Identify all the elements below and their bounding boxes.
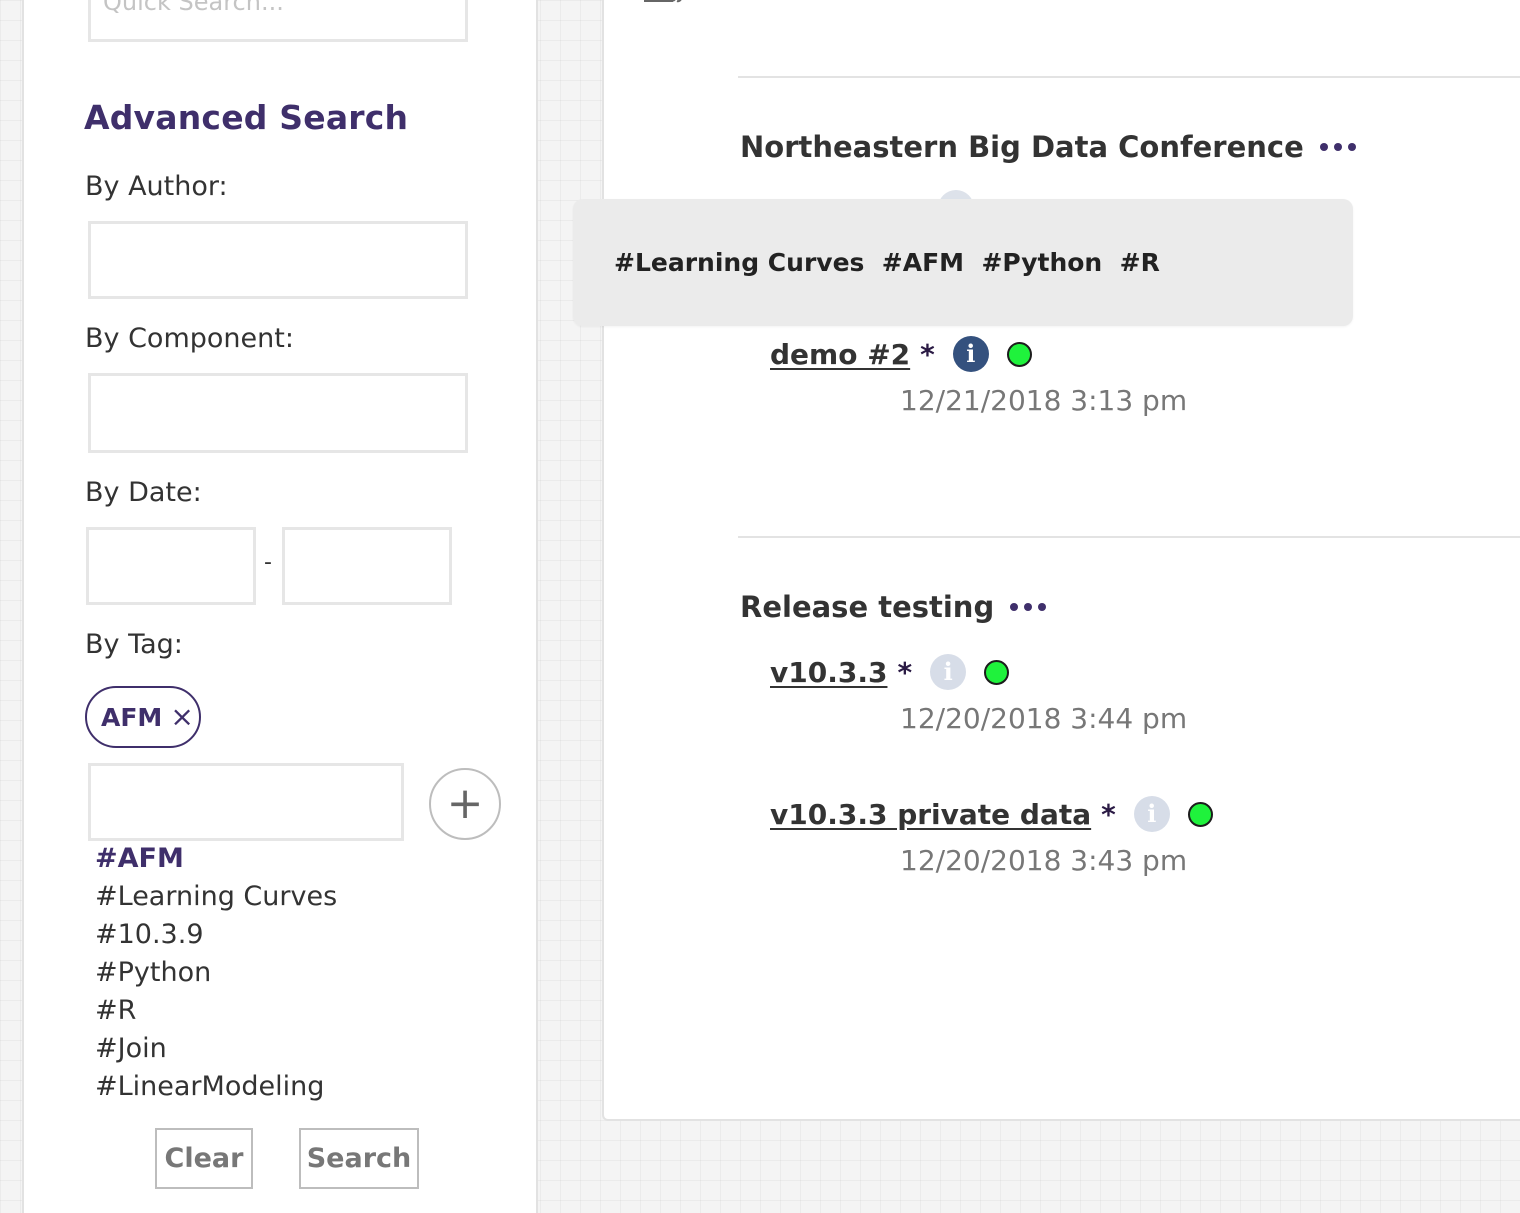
more-options-icon[interactable] xyxy=(1319,143,1356,151)
star-marker: * xyxy=(1101,797,1116,831)
tags-tooltip: #Learning Curves #AFM #Python #R xyxy=(573,199,1353,326)
tag-suggestion-list: #AFM #Learning Curves #10.3.9 #Python #R… xyxy=(95,840,337,1106)
plus-icon: + xyxy=(446,778,484,829)
folder-icon[interactable] xyxy=(643,0,683,8)
remove-tag-icon[interactable]: × xyxy=(170,703,193,731)
dataset-date: 12/21/2018 3:13 pm xyxy=(900,384,1188,417)
dataset-item: v10.3.3 private data * i xyxy=(770,796,1213,832)
info-icon[interactable]: i xyxy=(930,654,967,690)
star-marker: * xyxy=(897,655,913,689)
info-icon[interactable]: i xyxy=(952,336,989,372)
tag-suggestion[interactable]: #Python xyxy=(95,954,337,992)
info-icon[interactable]: i xyxy=(1133,796,1170,832)
selected-tag-chip: AFM × xyxy=(85,686,201,748)
group-title-text: Release testing xyxy=(740,590,995,624)
by-author-label: By Author: xyxy=(85,171,228,202)
selected-tag-label: AFM xyxy=(101,702,163,732)
tag-suggestion[interactable]: #10.3.9 xyxy=(95,916,337,954)
date-from-input[interactable] xyxy=(86,527,256,605)
group-title-text: Northeastern Big Data Conference xyxy=(740,130,1304,164)
status-indicator xyxy=(1006,341,1032,367)
dataset-date: 12/20/2018 3:44 pm xyxy=(900,702,1188,735)
results-panel xyxy=(602,0,1520,1121)
dataset-link[interactable]: v10.3.3 private data xyxy=(770,798,1091,831)
quick-search-placeholder: Quick Search... xyxy=(103,0,284,16)
tag-input[interactable] xyxy=(88,763,404,841)
tag-suggestion[interactable]: #Join xyxy=(95,1030,337,1068)
status-indicator xyxy=(984,659,1010,685)
date-separator: - xyxy=(264,550,272,575)
star-marker: * xyxy=(920,337,935,371)
by-date-label: By Date: xyxy=(85,477,202,508)
quick-search-input[interactable]: Quick Search... xyxy=(88,0,468,42)
add-tag-button[interactable]: + xyxy=(429,768,501,840)
group-divider xyxy=(738,76,1520,78)
advanced-search-title: Advanced Search xyxy=(84,98,409,137)
group-title: Release testing xyxy=(740,590,1047,624)
date-to-input[interactable] xyxy=(282,527,452,605)
status-indicator xyxy=(1187,801,1213,827)
more-options-icon[interactable] xyxy=(1010,603,1047,611)
search-button[interactable]: Search xyxy=(299,1128,419,1189)
author-input[interactable] xyxy=(88,221,468,299)
dataset-item: demo #2 * i xyxy=(770,336,1032,372)
group-title: Northeastern Big Data Conference xyxy=(740,130,1356,164)
tooltip-text: #Learning Curves #AFM #Python #R xyxy=(614,248,1160,277)
dataset-date: 12/20/2018 3:43 pm xyxy=(900,844,1188,877)
dataset-item: v10.3.3 * i xyxy=(770,654,1010,690)
by-tag-label: By Tag: xyxy=(85,629,183,660)
dataset-link[interactable]: v10.3.3 xyxy=(770,656,887,689)
group-divider xyxy=(738,536,1520,538)
component-input[interactable] xyxy=(88,373,468,453)
dataset-link[interactable]: demo #2 xyxy=(770,338,910,371)
advanced-search-sidebar: Quick Search... Advanced Search By Autho… xyxy=(22,0,538,1213)
clear-button[interactable]: Clear xyxy=(155,1128,253,1189)
by-component-label: By Component: xyxy=(85,323,294,354)
tag-suggestion[interactable]: #AFM xyxy=(95,840,337,878)
tag-suggestion[interactable]: #LinearModeling xyxy=(95,1068,337,1106)
tag-suggestion[interactable]: #Learning Curves xyxy=(95,878,337,916)
tag-suggestion[interactable]: #R xyxy=(95,992,337,1030)
